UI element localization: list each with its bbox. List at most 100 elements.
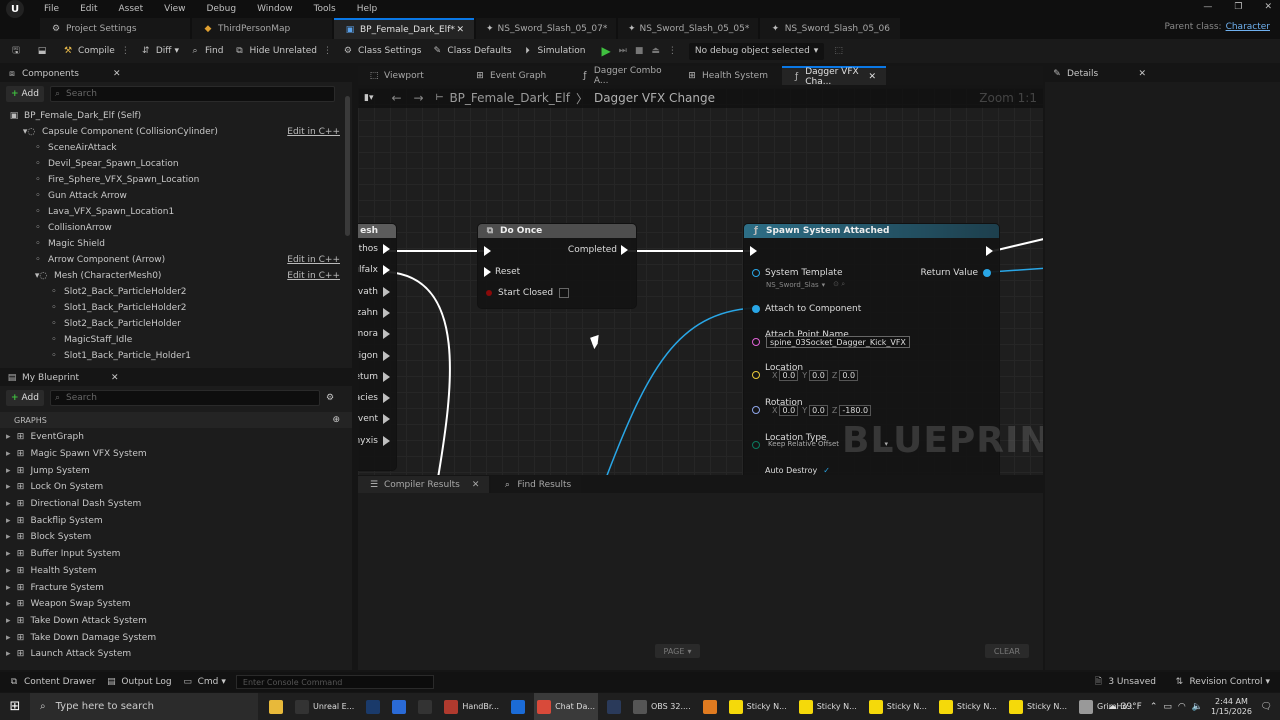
output-pin[interactable]: tigon bbox=[358, 350, 390, 361]
exec-out-pin[interactable] bbox=[986, 246, 993, 256]
component-item[interactable]: ▾◌ Capsule Component (CollisionCylinder) E… bbox=[0, 124, 352, 140]
output-pin[interactable]: nyxis bbox=[358, 435, 390, 446]
expand-arrow-icon[interactable]: ▸ bbox=[6, 649, 11, 659]
auto-destroy-checkbox[interactable]: ✓ bbox=[823, 466, 830, 475]
attach-point-name-input[interactable]: spine_03Socket_Dagger_Kick_VFX bbox=[766, 336, 910, 348]
graph-item[interactable]: ▸ ⊞ Lock On System bbox=[0, 479, 352, 496]
graph-item[interactable]: ▸ ⊞ Take Down Damage System bbox=[0, 629, 352, 646]
component-item[interactable]: ◦ Arrow Component (Arrow) Edit in C++ bbox=[0, 252, 352, 268]
content-drawer-button[interactable]: ⧉ Content Drawer bbox=[8, 670, 96, 694]
system-template-select[interactable]: NS_Sword_Slas ▾ ⊙ ⌕ bbox=[766, 280, 845, 289]
clock[interactable]: 2:44 AM 1/15/2026 bbox=[1211, 697, 1252, 717]
graph-item[interactable]: ▸ ⊞ Buffer Input System bbox=[0, 546, 352, 563]
parent-class-link[interactable]: Character bbox=[1226, 22, 1270, 32]
expand-arrow-icon[interactable]: ▸ bbox=[6, 516, 11, 526]
tab-compiler-results[interactable]: ☰ Compiler Results ✕ bbox=[358, 476, 490, 493]
output-pin[interactable]: etum bbox=[358, 371, 390, 382]
network-icon[interactable]: ▭ bbox=[1163, 702, 1172, 712]
return-value-pin[interactable]: Return Value bbox=[921, 268, 991, 278]
taskbar-app[interactable] bbox=[389, 693, 413, 720]
taskbar-search[interactable]: ⌕ Type here to search bbox=[30, 693, 258, 720]
play-icon[interactable]: ▶ bbox=[601, 44, 610, 58]
graph-item[interactable]: ▸ ⊞ Backflip System bbox=[0, 512, 352, 529]
menu-item-help[interactable]: Help bbox=[357, 4, 378, 14]
expand-arrow-icon[interactable]: ▸ bbox=[6, 466, 11, 476]
graph-item[interactable]: ▸ ⊞ Take Down Attack System bbox=[0, 613, 352, 630]
output-pin[interactable]: uthos bbox=[358, 244, 390, 254]
save-icon[interactable]: 🖫 bbox=[10, 43, 22, 59]
location-y-input[interactable]: 0.0 bbox=[809, 370, 828, 381]
taskbar-app[interactable] bbox=[508, 693, 532, 720]
menu-item-window[interactable]: Window bbox=[257, 4, 293, 14]
add-graph-icon[interactable]: ⊕ bbox=[332, 415, 340, 425]
taskbar-app[interactable] bbox=[700, 693, 724, 720]
tab-project-settings[interactable]: ⚙ Project Settings bbox=[40, 18, 190, 39]
rotation-z-input[interactable]: -180.0 bbox=[839, 405, 872, 416]
component-item[interactable]: ◦ Fire_Sphere_VFX_Spawn_Location bbox=[0, 172, 352, 188]
reset-pin[interactable]: Reset bbox=[484, 267, 520, 277]
graph-item[interactable]: ▸ ⊞ Launch Attack System bbox=[0, 646, 352, 663]
settings-gear-icon[interactable]: ⚙ bbox=[326, 393, 334, 403]
component-item[interactable]: ◦ Lava_VFX_Spawn_Location1 bbox=[0, 204, 352, 220]
expand-arrow-icon[interactable]: ▸ bbox=[6, 549, 11, 559]
taskbar-app[interactable]: HandBr... bbox=[441, 693, 502, 720]
tab-ns-sword-slash-07[interactable]: ✦ NS_Sword_Slash_05_07* bbox=[476, 18, 616, 39]
simulation-button[interactable]: ⏵ Simulation bbox=[522, 39, 585, 63]
edit-in-cpp-link[interactable]: Edit in C++ bbox=[287, 127, 340, 137]
volume-icon[interactable]: 🔈 bbox=[1192, 702, 1203, 712]
component-item[interactable]: ◦ MagicStaff_Idle bbox=[0, 332, 352, 348]
tab-find-results[interactable]: ⌕ Find Results bbox=[491, 476, 582, 493]
close-panel-icon[interactable]: ✕ bbox=[111, 373, 119, 383]
close-panel-icon[interactable]: ✕ bbox=[113, 69, 121, 79]
expand-arrow-icon[interactable]: ▸ bbox=[6, 633, 11, 643]
menu-item-tools[interactable]: Tools bbox=[314, 4, 336, 14]
tab-viewport[interactable]: ⬚ Viewport bbox=[358, 66, 462, 85]
compile-button[interactable]: ⚒ Compile ⋮ bbox=[62, 39, 130, 63]
expand-arrow-icon[interactable]: ▸ bbox=[6, 616, 11, 626]
tab-dagger-vfx-change[interactable]: ƒ Dagger VFX Cha... ✕ bbox=[782, 66, 886, 87]
exec-in-pin[interactable] bbox=[750, 246, 757, 256]
scrollbar[interactable] bbox=[345, 96, 350, 236]
component-item[interactable]: ◦ Gun Attack Arrow bbox=[0, 188, 352, 204]
auto-destroy-pin[interactable]: Auto Destroy ✓ bbox=[752, 466, 830, 475]
component-item[interactable]: ◦ Slot1_Back_Particle_Holder1 bbox=[0, 348, 352, 364]
close-panel-icon[interactable]: ✕ bbox=[1138, 69, 1146, 79]
taskbar-app[interactable] bbox=[266, 693, 290, 720]
close-tab-icon[interactable]: ✕ bbox=[456, 25, 464, 35]
unreal-logo-icon[interactable]: U bbox=[6, 0, 24, 18]
component-item[interactable]: ◦ Devil_Spear_Spawn_Location bbox=[0, 156, 352, 172]
menu-item-debug[interactable]: Debug bbox=[206, 4, 236, 14]
component-item[interactable]: ◦ SceneAirAttack bbox=[0, 140, 352, 156]
clear-button[interactable]: CLEAR bbox=[985, 644, 1029, 658]
expand-arrow-icon[interactable]: ▸ bbox=[6, 566, 11, 576]
output-pin[interactable]: elvent bbox=[358, 414, 390, 425]
expand-arrow-icon[interactable]: ▸ bbox=[6, 432, 11, 442]
graph-item[interactable]: ▸ ⊞ Directional Dash System bbox=[0, 496, 352, 513]
rotation-x-input[interactable]: 0.0 bbox=[779, 405, 799, 416]
start-closed-checkbox[interactable] bbox=[559, 288, 570, 298]
taskbar-app[interactable] bbox=[415, 693, 439, 720]
menu-item-edit[interactable]: Edit bbox=[80, 4, 97, 14]
tab-ns-sword-slash-06[interactable]: ✦ NS_Sword_Slash_05_06 bbox=[760, 18, 900, 39]
asset-browse-icon[interactable]: ⊙ ⌕ bbox=[833, 280, 845, 289]
hide-unrelated-button[interactable]: ⧉ Hide Unrelated ⋮ bbox=[233, 39, 332, 63]
start-closed-pin[interactable]: Start Closed bbox=[486, 288, 570, 298]
graph-item[interactable]: ▸ ⊞ Fracture System bbox=[0, 579, 352, 596]
cmd-button[interactable]: ▭ Cmd ▾ bbox=[182, 670, 226, 694]
taskbar-app[interactable]: Sticky N... bbox=[936, 693, 1000, 720]
attach-to-component-pin[interactable]: Attach to Component bbox=[752, 304, 861, 314]
taskbar-app[interactable]: Sticky N... bbox=[866, 693, 930, 720]
location-z-input[interactable]: 0.0 bbox=[839, 370, 859, 381]
completed-pin[interactable]: Completed bbox=[568, 245, 628, 255]
tab-dagger-combo[interactable]: ƒ Dagger Combo A... bbox=[570, 66, 674, 86]
output-log-button[interactable]: ▤ Output Log bbox=[105, 670, 171, 694]
step-icon[interactable]: ⏭ bbox=[619, 46, 627, 56]
component-item[interactable]: ▾◌ Mesh (CharacterMesh0) Edit in C++ bbox=[0, 268, 352, 284]
debug-object-select[interactable]: No debug object selected ▾ bbox=[688, 42, 825, 60]
expand-arrow-icon[interactable]: ▸ bbox=[6, 583, 11, 593]
edit-in-cpp-link[interactable]: Edit in C++ bbox=[287, 255, 340, 265]
tab-ns-sword-slash-05[interactable]: ✦ NS_Sword_Slash_05_05* bbox=[618, 18, 758, 39]
tab-health-system[interactable]: ⊞ Health System bbox=[676, 66, 780, 85]
tab-thirdpersonmap[interactable]: ◆ ThirdPersonMap bbox=[192, 18, 332, 39]
taskbar-app[interactable] bbox=[363, 693, 387, 720]
